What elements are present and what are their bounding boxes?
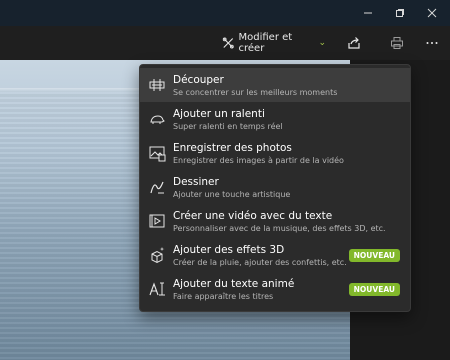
menu-item-title: Ajouter des effets 3D bbox=[173, 244, 285, 256]
minimize-icon bbox=[364, 12, 372, 14]
edit-create-icon bbox=[222, 37, 234, 49]
share-button[interactable] bbox=[342, 26, 366, 60]
menu-item-subtitle: Ajouter une touche artistique bbox=[173, 190, 291, 199]
trim-icon bbox=[149, 79, 165, 91]
menu-item-title: Dessiner bbox=[173, 176, 219, 188]
menu-item-title: Enregistrer des photos bbox=[173, 142, 292, 154]
edit-create-button[interactable]: Modifier et créer ⌄ bbox=[222, 26, 326, 60]
toolbar: Modifier et créer ⌄ bbox=[0, 26, 450, 60]
3d-effects-icon bbox=[151, 247, 165, 264]
new-badge: NOUVEAU bbox=[348, 283, 400, 296]
menu-item-subtitle: Faire apparaître les titres bbox=[173, 292, 274, 301]
slow-motion-icon bbox=[150, 115, 165, 124]
draw-icon bbox=[150, 181, 164, 194]
menu-item-subtitle: Enregistrer des images à partir de la vi… bbox=[173, 156, 344, 165]
save-photos-icon bbox=[149, 146, 166, 162]
minimize-button[interactable] bbox=[352, 0, 384, 26]
menu-item-trim[interactable]: Découper Se concentrer sur les meilleurs… bbox=[140, 68, 410, 102]
menu-item-title: Découper bbox=[173, 74, 224, 86]
menu-item-subtitle: Se concentrer sur les meilleurs moments bbox=[173, 88, 338, 97]
menu-item-title: Créer une vidéo avec du texte bbox=[173, 210, 333, 222]
print-icon bbox=[391, 37, 403, 49]
menu-item-draw[interactable]: Dessiner Ajouter une touche artistique bbox=[140, 170, 410, 204]
menu-item-animated-text[interactable]: Ajouter du texte animé Faire apparaître … bbox=[140, 272, 410, 306]
animated-text-icon bbox=[149, 282, 165, 296]
menu-item-save-photos[interactable]: Enregistrer des photos Enregistrer des i… bbox=[140, 136, 410, 170]
menu-item-subtitle: Créer de la pluie, ajouter des confettis… bbox=[173, 258, 347, 267]
menu-item-title: Ajouter un ralenti bbox=[173, 108, 265, 120]
share-icon bbox=[348, 37, 360, 49]
video-text-icon bbox=[149, 214, 165, 228]
menu-item-3d-effects[interactable]: Ajouter des effets 3D Créer de la pluie,… bbox=[140, 238, 410, 272]
menu-item-subtitle: Super ralenti en temps réel bbox=[173, 122, 283, 131]
title-bar bbox=[0, 0, 450, 26]
chevron-down-icon: ⌄ bbox=[318, 38, 326, 48]
close-icon bbox=[427, 8, 437, 18]
menu-item-slow-motion[interactable]: Ajouter un ralenti Super ralenti en temp… bbox=[140, 102, 410, 136]
print-button[interactable] bbox=[385, 26, 409, 60]
maximize-icon bbox=[396, 9, 404, 17]
edit-create-label: Modifier et créer bbox=[238, 32, 293, 54]
menu-item-subtitle: Personnaliser avec de la musique, des ef… bbox=[173, 224, 386, 233]
menu-item-video-text[interactable]: Créer une vidéo avec du texte Personnali… bbox=[140, 204, 410, 238]
more-button[interactable] bbox=[420, 26, 444, 60]
maximize-button[interactable] bbox=[384, 0, 416, 26]
new-badge: NOUVEAU bbox=[348, 249, 400, 262]
menu-item-title: Ajouter du texte animé bbox=[173, 278, 295, 290]
close-button[interactable] bbox=[416, 0, 448, 26]
more-icon bbox=[426, 42, 438, 44]
edit-create-menu: Découper Se concentrer sur les meilleurs… bbox=[139, 64, 411, 312]
